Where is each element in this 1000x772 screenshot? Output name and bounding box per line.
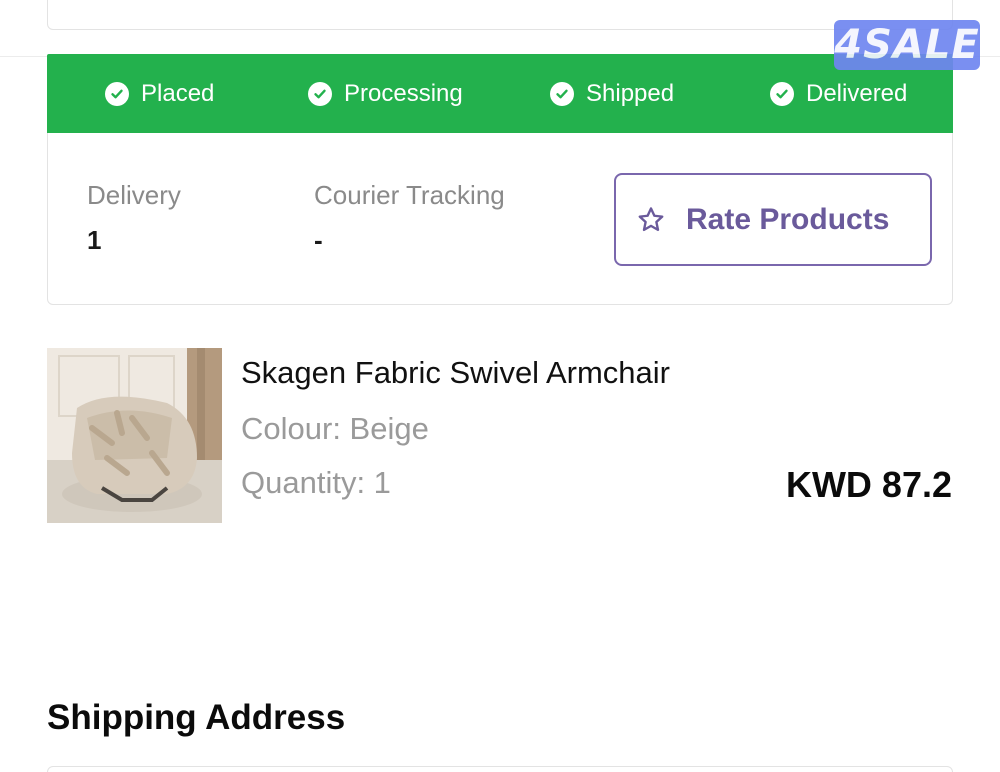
check-circle-icon [105, 81, 129, 106]
status-step-processing: Processing [308, 54, 463, 133]
shipping-address-card [47, 766, 953, 772]
courier-tracking-label: Courier Tracking [314, 180, 505, 210]
status-step-placed: Placed [105, 54, 214, 133]
status-step-label: Delivered [806, 79, 908, 107]
check-circle-icon [770, 81, 794, 106]
order-status-bar: Placed Processing Shipped Delivered [47, 54, 953, 133]
previous-card [47, 0, 953, 30]
check-circle-icon [550, 81, 574, 106]
watermark-logo: 4SALE [834, 20, 980, 70]
star-icon [638, 206, 664, 231]
rate-products-label: Rate Products [686, 202, 890, 236]
order-details-page: Placed Processing Shipped Delivered 4SAL… [0, 0, 1000, 772]
product-colour: Colour: Beige [241, 411, 429, 446]
watermark-text: 4SALE [834, 22, 980, 68]
courier-tracking-value: - [314, 225, 323, 255]
delivery-value: 1 [87, 225, 102, 255]
product-quantity: Quantity: 1 [241, 465, 391, 500]
product-price: KWD 87.2 [785, 464, 952, 505]
status-step-label: Processing [344, 79, 463, 107]
status-step-label: Placed [141, 79, 215, 107]
shipping-address-title: Shipping Address [47, 698, 346, 737]
rate-products-button[interactable]: Rate Products [614, 173, 932, 266]
product-image[interactable] [47, 348, 222, 523]
delivery-label: Delivery [87, 180, 181, 210]
status-step-shipped: Shipped [550, 54, 674, 133]
product-name[interactable]: Skagen Fabric Swivel Armchair [241, 355, 670, 391]
armchair-photo [47, 348, 222, 523]
status-step-label: Shipped [586, 79, 675, 107]
check-circle-icon [308, 81, 332, 106]
